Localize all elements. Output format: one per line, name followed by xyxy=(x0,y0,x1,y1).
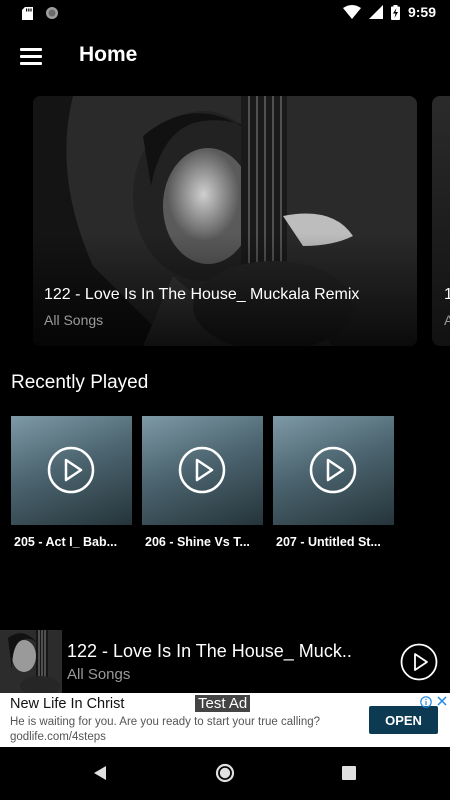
home-icon[interactable] xyxy=(215,763,235,783)
now-playing-subtitle: All Songs xyxy=(67,666,131,683)
featured-song-subtitle: All Songs xyxy=(44,312,104,328)
recent-song-label: 207 - Untitled St... xyxy=(276,535,381,549)
status-icons-right: 9:59 xyxy=(342,4,436,20)
wifi-icon xyxy=(342,5,361,19)
back-icon[interactable] xyxy=(93,765,107,781)
ad-test-label: Test Ad xyxy=(195,695,251,712)
featured-song-title: 122 - Love Is In The House_ Muckala Remi… xyxy=(44,286,360,303)
cell-signal-icon xyxy=(368,5,383,19)
next-card-subtitle: A xyxy=(444,312,450,328)
play-icon xyxy=(47,446,95,494)
app-bar xyxy=(0,26,450,86)
ad-open-button[interactable]: OPEN xyxy=(369,706,438,734)
recent-song-tile[interactable] xyxy=(273,416,394,525)
ad-title[interactable]: New Life In Christ xyxy=(10,696,124,712)
recently-played-heading: Recently Played xyxy=(11,372,149,393)
recent-song-label: 206 - Shine Vs T... xyxy=(145,535,250,549)
recent-song-label: 205 - Act I_ Bab... xyxy=(14,535,118,549)
sync-circle-icon xyxy=(46,7,58,19)
play-icon[interactable] xyxy=(400,643,438,681)
ad-close-icon[interactable] xyxy=(436,695,448,707)
sd-card-icon xyxy=(22,6,33,20)
next-card-peek[interactable] xyxy=(432,96,450,346)
recent-apps-icon[interactable] xyxy=(342,766,356,780)
featured-artwork xyxy=(33,96,417,346)
now-playing-title: 122 - Love Is In The House_ Muck.. xyxy=(67,641,352,661)
menu-icon[interactable] xyxy=(20,48,42,65)
now-playing-thumbnail xyxy=(0,630,62,693)
ad-info-icon[interactable] xyxy=(420,696,432,708)
ad-url[interactable]: godlife.com/4steps xyxy=(10,731,106,743)
play-icon xyxy=(178,446,226,494)
featured-song-card[interactable] xyxy=(33,96,417,346)
page-title: Home xyxy=(79,43,138,66)
status-icons-left xyxy=(22,6,59,20)
ad-text: He is waiting for you. Are you ready to … xyxy=(10,716,321,728)
status-time: 9:59 xyxy=(407,4,436,20)
battery-charging-icon xyxy=(390,4,400,20)
next-card-title: 1 xyxy=(444,286,450,303)
play-icon xyxy=(309,446,357,494)
recent-song-tile[interactable] xyxy=(142,416,263,525)
recent-song-tile[interactable] xyxy=(11,416,132,525)
